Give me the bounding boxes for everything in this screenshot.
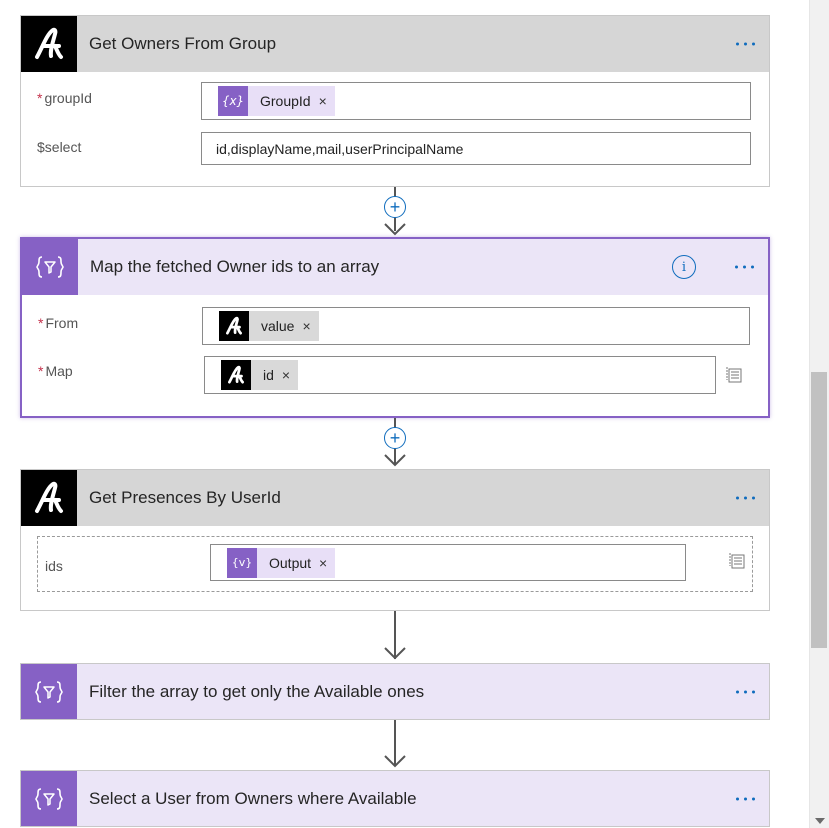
card-map-owner-ids[interactable]: Map the fetched Owner ids to an array i … (20, 237, 770, 418)
param-label-select: $select (37, 139, 82, 155)
adobe-sign-logo-icon (21, 16, 77, 72)
card-get-presences[interactable]: Get Presences By UserId ids {v} Output × (20, 469, 770, 611)
param-row-ids: ids {v} Output × (37, 536, 753, 592)
card-header[interactable]: Get Presences By UserId (21, 470, 769, 526)
ids-input[interactable]: {v} Output × (210, 544, 686, 581)
vertical-scrollbar[interactable] (809, 0, 829, 828)
data-operation-icon (22, 239, 78, 295)
token-value[interactable]: value × (219, 311, 319, 341)
param-label-group-id: * groupId (37, 90, 92, 106)
more-options-icon[interactable] (736, 42, 755, 46)
card-get-owners-from-group[interactable]: Get Owners From Group * groupId {x} Group… (20, 15, 770, 187)
token-label: id (263, 367, 274, 383)
required-marker: * (38, 315, 44, 331)
more-options-icon[interactable] (736, 797, 755, 800)
card-title: Map the fetched Owner ids to an array (90, 257, 380, 276)
required-marker: * (38, 363, 44, 379)
card-header[interactable]: Filter the array to get only the Availab… (21, 664, 769, 719)
info-icon[interactable]: i (672, 255, 696, 279)
card-title: Get Owners From Group (89, 34, 277, 53)
group-id-input[interactable]: {x} GroupId × (201, 82, 751, 120)
remove-token-icon[interactable]: × (319, 555, 327, 571)
switch-input-mode-icon[interactable] (725, 366, 743, 384)
add-step-button[interactable]: + (384, 427, 406, 449)
arrow-down-icon (384, 223, 406, 236)
remove-token-icon[interactable]: × (319, 93, 327, 109)
token-label: value (261, 318, 295, 334)
map-input[interactable]: id × (204, 356, 716, 394)
param-label-map: * Map (38, 363, 73, 379)
more-options-icon[interactable] (736, 690, 755, 693)
variable-icon: {x} (218, 86, 248, 116)
scroll-down-arrow-icon[interactable] (815, 818, 825, 824)
token-id[interactable]: id × (221, 360, 299, 390)
arrow-down-icon (384, 454, 406, 467)
more-options-icon[interactable] (736, 496, 755, 500)
card-title: Get Presences By UserId (89, 488, 281, 507)
switch-input-mode-icon[interactable] (728, 552, 746, 570)
label-text: groupId (44, 90, 92, 106)
remove-token-icon[interactable]: × (282, 367, 290, 383)
token-label: Output (269, 554, 312, 571)
param-label-ids: ids (45, 558, 63, 574)
token-label: GroupId (260, 93, 311, 109)
variable-icon: {v} (227, 547, 257, 578)
add-step-button[interactable]: + (384, 196, 406, 218)
card-title: Select a User from Owners where Availabl… (89, 788, 417, 808)
card-filter-available[interactable]: Filter the array to get only the Availab… (20, 663, 770, 720)
card-header[interactable]: Select a User from Owners where Availabl… (21, 771, 769, 826)
card-select-user[interactable]: Select a User from Owners where Availabl… (20, 770, 770, 827)
select-input[interactable]: id,displayName,mail,userPrincipalName (201, 132, 751, 165)
adobe-sign-logo-icon (219, 311, 249, 341)
arrow-down-icon (384, 755, 406, 768)
card-header[interactable]: Map the fetched Owner ids to an array i (22, 239, 768, 295)
token-group-id[interactable]: {x} GroupId × (218, 86, 335, 116)
card-body: * From value × * Map id × (22, 295, 768, 416)
label-text: Map (45, 363, 73, 379)
from-input[interactable]: value × (202, 307, 750, 345)
scrollbar-thumb[interactable] (811, 372, 827, 648)
data-operation-icon (21, 664, 77, 719)
card-header[interactable]: Get Owners From Group (21, 16, 769, 72)
card-title: Filter the array to get only the Availab… (89, 681, 425, 701)
data-operation-icon (21, 771, 77, 826)
label-text: From (45, 315, 79, 331)
more-options-icon[interactable] (735, 265, 754, 269)
token-output[interactable]: {v} Output × (227, 547, 336, 578)
adobe-sign-logo-icon (21, 470, 77, 526)
arrow-down-icon (384, 647, 406, 660)
card-body: * groupId {x} GroupId × $select id,displa… (21, 72, 769, 188)
remove-token-icon[interactable]: × (302, 318, 310, 334)
param-label-from: * From (38, 315, 78, 331)
adobe-sign-logo-icon (221, 360, 251, 390)
required-marker: * (37, 90, 43, 106)
